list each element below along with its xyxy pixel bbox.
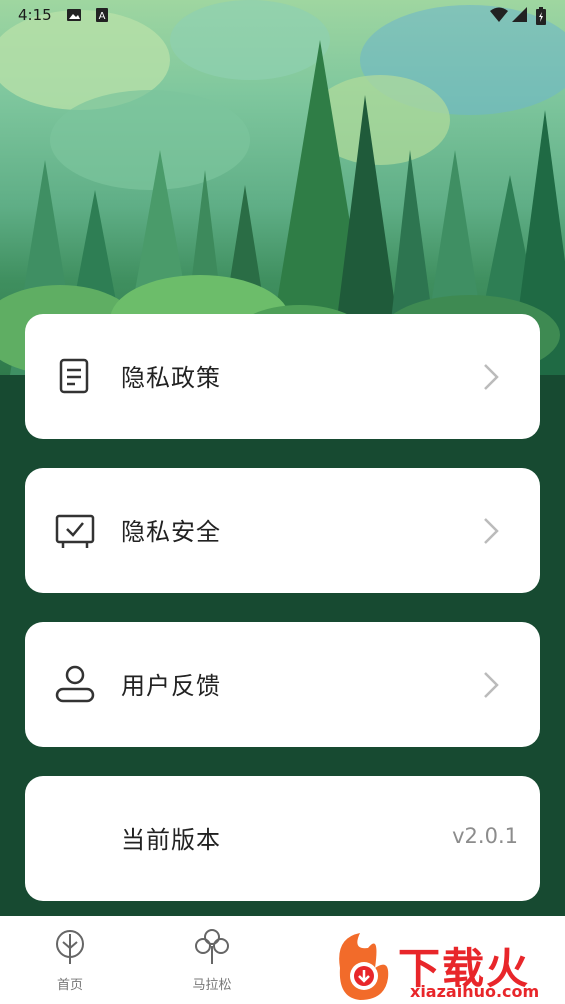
- menu-item-privacy-security[interactable]: 隐私安全: [25, 468, 540, 593]
- image-notification-icon: [67, 9, 81, 21]
- clover-icon: [195, 929, 229, 964]
- menu-item-label: 当前版本: [121, 826, 221, 854]
- status-time: 4:15: [18, 6, 52, 24]
- tab-marathon[interactable]: 马拉松: [167, 916, 257, 1004]
- menu-item-current-version: 当前版本 v2.0.1: [25, 776, 540, 901]
- document-icon: [59, 358, 89, 394]
- menu-item-privacy-policy[interactable]: 隐私政策: [25, 314, 540, 439]
- monitor-check-icon: [55, 514, 95, 548]
- tab-home[interactable]: 首页: [25, 916, 115, 1004]
- signal-icon: [512, 7, 527, 22]
- chevron-right-icon: [484, 672, 499, 698]
- menu-item-label: 隐私政策: [121, 364, 221, 392]
- user-icon: [55, 665, 95, 703]
- menu-item-label: 用户反馈: [121, 672, 221, 700]
- svg-text:A: A: [99, 11, 106, 22]
- chevron-right-icon: [484, 518, 499, 544]
- battery-icon: [536, 7, 546, 25]
- wifi-icon: [490, 7, 508, 22]
- tab-label: 马拉松: [192, 978, 232, 993]
- tree-icon: [56, 930, 84, 964]
- watermark-url: xiazaihuo.com: [410, 982, 540, 1001]
- menu-item-label: 隐私安全: [121, 518, 221, 546]
- menu-item-user-feedback[interactable]: 用户反馈: [25, 622, 540, 747]
- status-bar: 4:15 A: [0, 0, 565, 32]
- app-notification-icon: A: [96, 8, 108, 22]
- version-value: v2.0.1: [452, 824, 518, 848]
- chevron-right-icon: [484, 364, 499, 390]
- tab-label: 首页: [56, 978, 83, 993]
